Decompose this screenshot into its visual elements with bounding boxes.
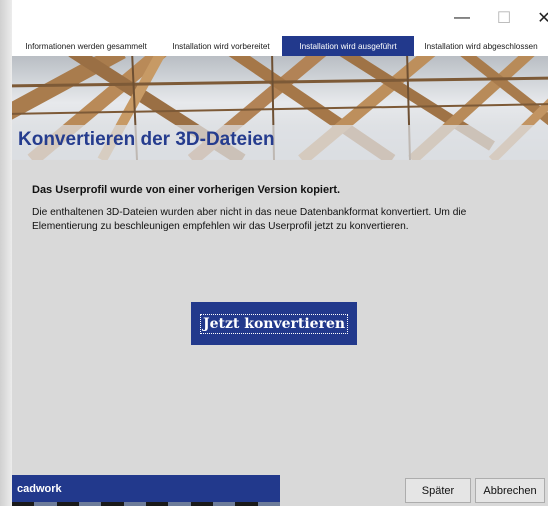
page-title: Konvertieren der 3D-Dateien [18,129,275,150]
close-icon: ✕ [537,10,548,27]
minimize-button[interactable]: — [440,0,484,36]
cancel-button[interactable]: Abbrechen [475,478,545,503]
brand-footer: cadwork [12,475,280,506]
maximize-button: ☐ [482,0,526,36]
tab-vorbereitet: Installation wird vorbereitet [160,36,282,56]
tab-label: Installation wird abgeschlossen [424,41,538,51]
main-content: Das Userprofil wurde von einer vorherige… [12,160,548,475]
window-shadow [0,0,12,506]
installer-window: — ☐ ✕ Informationen werden gesammelt Ins… [0,0,548,506]
later-button[interactable]: Später [405,478,471,503]
brand-logo-text: cadwork [17,483,62,495]
title-bar: — ☐ ✕ [12,0,548,36]
tab-ausgefuehrt: Installation wird ausgeführt [282,36,414,56]
tab-label: Installation wird ausgeführt [299,41,397,51]
tab-label: Informationen werden gesammelt [25,41,147,51]
maximize-icon: ☐ [496,10,512,27]
close-button[interactable]: ✕ [522,0,548,36]
message-body: Die enthaltenen 3D-Dateien wurden aber n… [32,207,467,232]
minimize-icon: — [454,9,470,26]
step-tabs: Informationen werden gesammelt Installat… [12,36,548,56]
message-title: Das Userprofil wurde von einer vorherige… [32,184,341,196]
tab-abgeschlossen: Installation wird abgeschlossen [414,36,548,56]
header-banner: Konvertieren der 3D-Dateien [12,56,548,160]
tab-label: Installation wird vorbereitet [172,41,270,51]
tab-informationen: Informationen werden gesammelt [12,36,160,56]
brand-stripe [12,502,280,506]
convert-now-button[interactable]: Jetzt konvertieren [191,302,357,345]
convert-now-label: Jetzt konvertieren [199,313,349,334]
